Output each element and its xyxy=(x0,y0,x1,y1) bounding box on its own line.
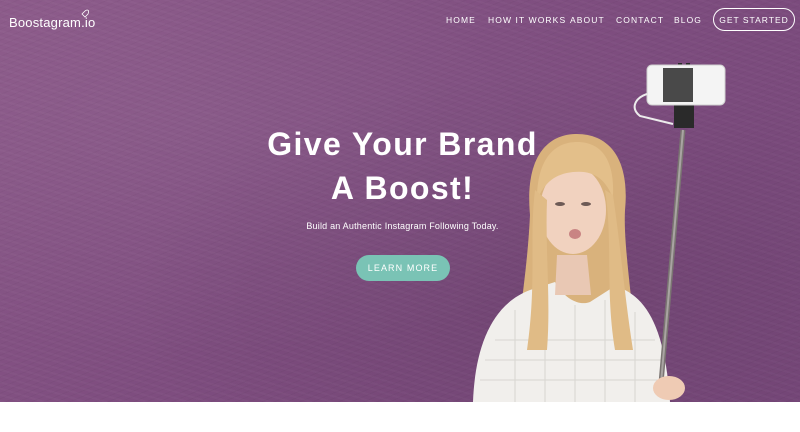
get-started-button[interactable]: GET STARTED xyxy=(713,8,795,31)
hero-headline-line2: A Boost! xyxy=(330,170,475,206)
blouse-shape xyxy=(473,282,670,402)
top-nav: Boostagram.io HOME HOW IT WORKS ABOUT CO… xyxy=(0,0,800,42)
nav-item-about[interactable]: ABOUT xyxy=(570,15,605,25)
nav-item-how-it-works[interactable]: HOW IT WORKS xyxy=(488,15,566,25)
hero-headline-line1: Give Your Brand xyxy=(267,126,538,162)
hero-subtitle: Build an Authentic Instagram Following T… xyxy=(306,221,499,231)
hero-section: Boostagram.io HOME HOW IT WORKS ABOUT CO… xyxy=(0,0,800,402)
nav-item-home[interactable]: HOME xyxy=(446,15,476,25)
nav-item-blog[interactable]: BLOG xyxy=(674,15,702,25)
learn-more-button[interactable]: LEARN MORE xyxy=(356,255,450,281)
rocket-icon xyxy=(81,9,90,18)
nav-item-contact[interactable]: CONTACT xyxy=(616,15,664,25)
page-below-hero xyxy=(0,402,800,432)
site-logo[interactable]: Boostagram.io xyxy=(9,9,95,30)
